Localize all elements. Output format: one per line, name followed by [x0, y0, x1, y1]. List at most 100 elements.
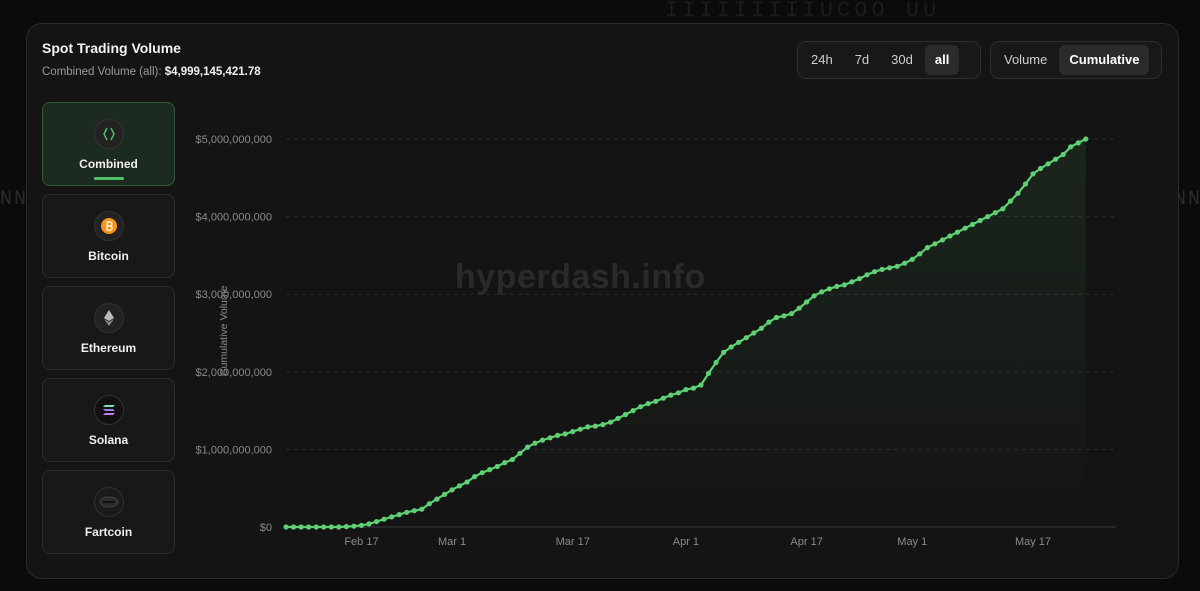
data-point[interactable]	[736, 339, 742, 345]
data-point[interactable]	[660, 395, 666, 401]
data-point[interactable]	[343, 524, 349, 530]
data-point[interactable]	[841, 282, 848, 288]
data-point[interactable]	[781, 313, 787, 319]
data-point[interactable]	[592, 423, 598, 429]
data-point[interactable]	[396, 512, 402, 518]
data-point[interactable]	[622, 411, 629, 418]
data-point[interactable]	[879, 266, 885, 272]
data-point[interactable]	[796, 305, 802, 311]
data-point[interactable]	[804, 299, 810, 305]
data-point[interactable]	[675, 390, 682, 396]
data-point[interactable]	[555, 432, 561, 438]
data-point[interactable]	[939, 237, 946, 243]
data-point[interactable]	[419, 506, 425, 512]
data-point[interactable]	[479, 470, 485, 476]
data-point[interactable]	[404, 509, 410, 515]
data-point[interactable]	[751, 330, 757, 336]
data-point[interactable]	[298, 524, 304, 530]
data-point[interactable]	[472, 474, 478, 480]
data-point[interactable]	[871, 269, 878, 275]
data-point[interactable]	[389, 514, 395, 520]
data-point[interactable]	[819, 289, 825, 295]
data-point[interactable]	[887, 265, 893, 271]
data-point[interactable]	[826, 286, 832, 292]
data-point[interactable]	[1015, 190, 1021, 196]
data-point[interactable]	[932, 241, 938, 247]
data-point[interactable]	[306, 524, 312, 530]
data-point[interactable]	[683, 387, 689, 393]
data-point[interactable]	[547, 435, 553, 441]
data-point[interactable]	[743, 335, 749, 341]
data-point[interactable]	[283, 524, 289, 530]
data-point[interactable]	[1037, 165, 1044, 172]
data-point[interactable]	[721, 349, 727, 355]
data-point[interactable]	[758, 325, 765, 331]
data-point[interactable]	[713, 359, 719, 366]
data-point[interactable]	[441, 491, 448, 497]
range-tab-7d[interactable]: 7d	[845, 45, 879, 75]
data-point[interactable]	[917, 251, 923, 257]
data-point[interactable]	[456, 483, 463, 489]
data-point[interactable]	[668, 392, 674, 398]
data-point[interactable]	[902, 260, 908, 266]
range-tab-30d[interactable]: 30d	[881, 45, 923, 75]
data-point[interactable]	[532, 440, 538, 446]
data-point[interactable]	[434, 496, 440, 502]
data-point[interactable]	[321, 524, 327, 530]
data-point[interactable]	[1060, 151, 1066, 158]
range-tab-24h[interactable]: 24h	[801, 45, 843, 75]
data-point[interactable]	[698, 382, 704, 388]
data-point[interactable]	[524, 444, 531, 450]
data-point[interactable]	[585, 424, 591, 430]
data-point[interactable]	[638, 404, 644, 410]
data-point[interactable]	[690, 385, 697, 391]
data-point[interactable]	[1030, 171, 1036, 177]
data-point[interactable]	[358, 522, 365, 528]
range-tab-all[interactable]: all	[924, 45, 960, 75]
mode-tab-cumulative[interactable]: Cumulative	[1059, 45, 1150, 75]
data-point[interactable]	[947, 233, 953, 239]
data-point[interactable]	[1083, 136, 1089, 142]
data-point[interactable]	[849, 279, 855, 285]
data-point[interactable]	[1053, 156, 1059, 162]
data-point[interactable]	[487, 467, 493, 473]
data-point[interactable]	[449, 487, 455, 493]
data-point[interactable]	[502, 460, 508, 466]
data-point[interactable]	[539, 437, 546, 443]
data-point[interactable]	[1068, 144, 1074, 150]
data-point[interactable]	[766, 319, 772, 325]
data-point[interactable]	[856, 276, 863, 282]
data-point[interactable]	[426, 501, 432, 507]
data-point[interactable]	[977, 217, 983, 224]
data-point[interactable]	[509, 456, 515, 463]
data-point[interactable]	[992, 210, 998, 216]
data-point[interactable]	[834, 283, 840, 289]
data-point[interactable]	[562, 431, 568, 437]
data-point[interactable]	[366, 521, 372, 527]
data-point[interactable]	[494, 463, 500, 470]
mode-tab-volume[interactable]: Volume	[994, 45, 1057, 75]
data-point[interactable]	[313, 524, 319, 530]
data-point[interactable]	[1045, 161, 1051, 167]
data-point[interactable]	[705, 370, 712, 376]
data-point[interactable]	[728, 344, 734, 350]
data-point[interactable]	[645, 401, 651, 407]
data-point[interactable]	[773, 314, 780, 321]
data-point[interactable]	[615, 415, 621, 421]
data-point[interactable]	[630, 408, 636, 414]
data-point[interactable]	[1075, 140, 1081, 146]
data-point[interactable]	[328, 524, 334, 530]
data-point[interactable]	[788, 311, 795, 317]
data-point[interactable]	[600, 422, 606, 428]
data-point[interactable]	[464, 479, 470, 485]
data-point[interactable]	[1007, 198, 1014, 204]
data-point[interactable]	[894, 263, 900, 269]
data-point[interactable]	[954, 229, 961, 235]
data-point[interactable]	[970, 221, 976, 227]
data-point[interactable]	[607, 419, 614, 425]
data-point[interactable]	[411, 508, 417, 514]
data-point[interactable]	[336, 524, 342, 530]
data-point[interactable]	[909, 256, 915, 262]
data-point[interactable]	[924, 245, 931, 251]
data-point[interactable]	[570, 429, 576, 435]
